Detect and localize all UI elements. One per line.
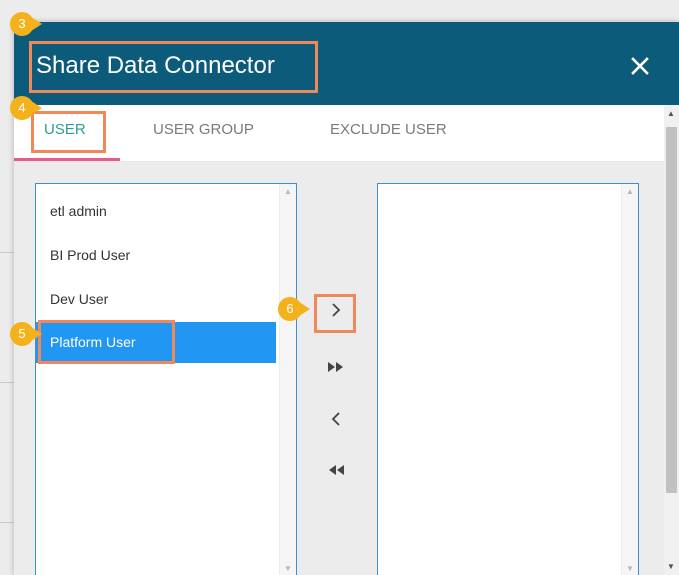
- background-divider: [0, 382, 14, 383]
- chevron-left-icon: [331, 412, 340, 426]
- scroll-down-arrow-icon[interactable]: ▼: [284, 564, 292, 573]
- tab-bar: USER USER GROUP EXCLUDE USER: [14, 105, 664, 162]
- tab-user-group[interactable]: USER GROUP: [153, 121, 254, 138]
- list-item-bi-prod-user[interactable]: BI Prod User: [36, 235, 276, 276]
- scroll-down-arrow-icon[interactable]: ▼: [626, 564, 634, 573]
- move-selected-right-button[interactable]: [319, 295, 353, 325]
- transfer-panel: etl admin BI Prod User Dev User Platform…: [14, 162, 664, 575]
- dialog-scrollbar[interactable]: ▲ ▼: [664, 105, 679, 575]
- move-all-right-button[interactable]: [319, 352, 353, 382]
- move-all-left-button[interactable]: [319, 455, 353, 485]
- background-divider: [0, 252, 14, 253]
- tab-user[interactable]: USER: [44, 121, 86, 138]
- move-selected-left-button[interactable]: [319, 404, 353, 434]
- selected-users-list[interactable]: ▲ ▼: [377, 183, 639, 575]
- available-list-scrollbar[interactable]: ▲ ▼: [279, 184, 296, 575]
- available-users-list[interactable]: etl admin BI Prod User Dev User Platform…: [35, 183, 297, 575]
- close-icon: [631, 57, 649, 75]
- double-play-right-icon: [328, 362, 343, 372]
- background-divider: [0, 522, 14, 523]
- active-tab-indicator: [14, 158, 120, 161]
- share-data-connector-dialog: Share Data Connector USER USER GROUP EXC…: [14, 22, 679, 575]
- dialog-title: Share Data Connector: [36, 52, 275, 79]
- list-item-platform-user[interactable]: Platform User: [36, 322, 276, 363]
- scroll-up-arrow-icon[interactable]: ▲: [626, 187, 634, 196]
- close-button[interactable]: [624, 50, 656, 82]
- scroll-up-arrow-icon[interactable]: ▲: [284, 187, 292, 196]
- selected-list-scrollbar[interactable]: ▲ ▼: [621, 184, 638, 575]
- tab-exclude-user[interactable]: EXCLUDE USER: [330, 121, 447, 138]
- list-item-dev-user[interactable]: Dev User: [36, 279, 276, 320]
- list-item-etl-admin[interactable]: etl admin: [36, 191, 276, 232]
- dialog-header: Share Data Connector: [14, 22, 679, 105]
- scroll-down-arrow-icon[interactable]: ▼: [667, 562, 675, 571]
- double-play-left-icon: [329, 465, 344, 475]
- scroll-up-arrow-icon[interactable]: ▲: [667, 109, 675, 118]
- chevron-right-icon: [332, 303, 341, 317]
- scrollbar-thumb[interactable]: [666, 127, 677, 493]
